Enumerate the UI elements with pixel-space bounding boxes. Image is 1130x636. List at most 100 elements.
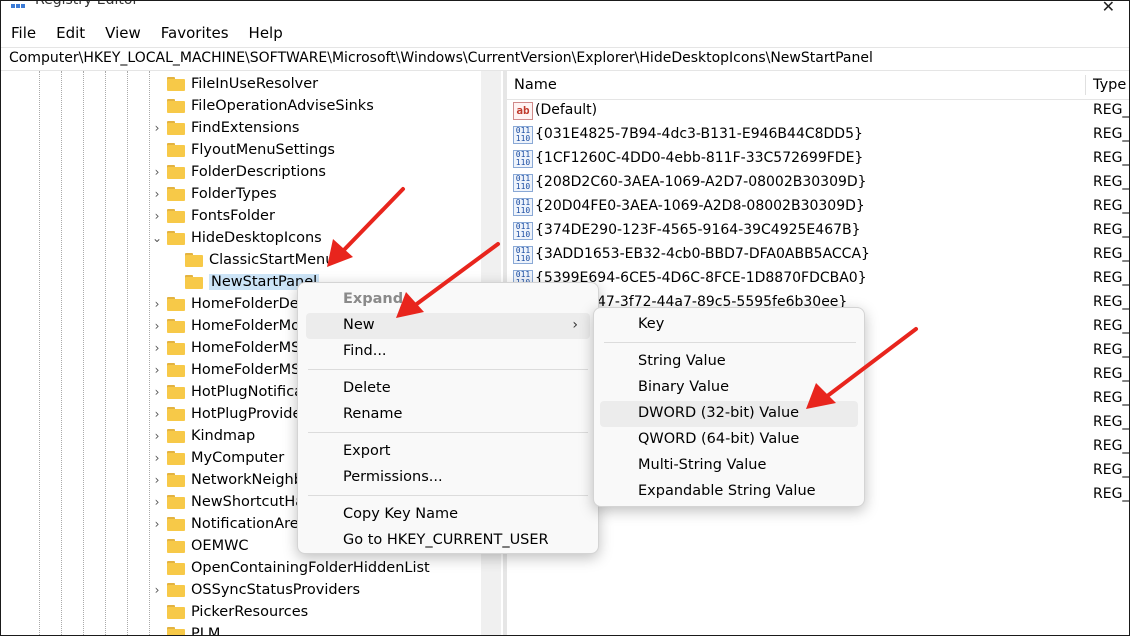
value-row[interactable]: 011 110 {208D2C60-3AEA-1069-A2D7-08002B30… — [507, 171, 1129, 195]
folder-icon — [167, 363, 185, 377]
menu-view[interactable]: View — [95, 22, 151, 44]
menu-favorites[interactable]: Favorites — [151, 22, 239, 44]
menu-edit[interactable]: Edit — [46, 22, 95, 44]
tree-item[interactable]: › Kindmap — [151, 425, 256, 447]
context-menu-item-rename[interactable]: Rename — [306, 402, 590, 428]
tree-item[interactable]: ClassicStartMenu — [169, 249, 334, 271]
tree-item-label: HideDesktopIcons — [191, 230, 322, 246]
submenu-item-string-value[interactable]: String Value — [600, 349, 858, 375]
folder-icon — [167, 165, 185, 179]
value-name: (Default) — [535, 102, 598, 118]
chevron-right-icon[interactable]: › — [151, 407, 163, 421]
column-separator[interactable] — [1085, 75, 1086, 95]
tree-item[interactable]: OpenContainingFolderHiddenList — [151, 557, 430, 579]
tree-item[interactable]: › OSSyncStatusProviders — [151, 579, 360, 601]
submenu-item-qword-64-bit-value[interactable]: QWORD (64-bit) Value — [600, 427, 858, 453]
tree-guide-line — [149, 71, 150, 635]
folder-icon — [167, 517, 185, 531]
tree-item[interactable]: ⌄ HideDesktopIcons — [151, 227, 322, 249]
context-menu-item-export[interactable]: Export — [306, 439, 590, 465]
context-menu-label: Go to HKEY_CURRENT_USER — [343, 532, 549, 548]
tree-item[interactable]: OEMWC — [151, 535, 249, 557]
tree-item[interactable]: › FindExtensions — [151, 117, 300, 139]
context-menu-item-permissions[interactable]: Permissions... — [306, 465, 590, 491]
chevron-right-icon[interactable]: › — [151, 583, 163, 597]
value-name: {20D04FE0-3AEA-1069-A2D8-08002B30309D} — [535, 198, 865, 214]
value-type: REG_ — [1093, 342, 1129, 358]
tree-item-label: FolderDescriptions — [191, 164, 326, 180]
address-bar[interactable]: Computer\HKEY_LOCAL_MACHINE\SOFTWARE\Mic… — [1, 47, 1129, 71]
value-type: REG_ — [1093, 270, 1129, 286]
binary-value-icon: 011 110 — [513, 174, 533, 192]
chevron-right-icon[interactable]: › — [151, 165, 163, 179]
value-type: REG_ — [1093, 174, 1129, 190]
chevron-right-icon[interactable]: › — [151, 121, 163, 135]
menu-help[interactable]: Help — [239, 22, 293, 44]
value-type: REG_ — [1093, 414, 1129, 430]
tree-item[interactable]: › FontsFolder — [151, 205, 275, 227]
column-header-type[interactable]: Type — [1093, 77, 1126, 93]
chevron-right-icon[interactable]: › — [151, 429, 163, 443]
chevron-right-icon[interactable]: › — [151, 517, 163, 531]
chevron-down-icon[interactable]: ⌄ — [151, 231, 163, 245]
tree-item[interactable]: FileOperationAdviseSinks — [151, 95, 374, 117]
submenu-item-key[interactable]: Key — [600, 312, 858, 338]
value-row[interactable]: 011 110 {3ADD1653-EB32-4cb0-BBD7-DFA0ABB5… — [507, 243, 1129, 267]
tree-item[interactable]: › HotPlugProviders — [151, 403, 315, 425]
folder-icon — [185, 275, 203, 289]
value-row[interactable]: 011 110 {031E4825-7B94-4dc3-B131-E946B44C… — [507, 123, 1129, 147]
context-menu-label: Expand — [343, 291, 404, 307]
string-value-icon: ab — [513, 102, 533, 120]
value-row[interactable]: 011 110 {1CF1260C-4DD0-4ebb-811F-33C57269… — [507, 147, 1129, 171]
chevron-right-icon[interactable]: › — [151, 341, 163, 355]
value-type: REG_ — [1093, 462, 1129, 478]
window-title: Registry Editor — [35, 0, 139, 8]
submenu-item-binary-value[interactable]: Binary Value — [600, 375, 858, 401]
chevron-right-icon[interactable]: › — [151, 187, 163, 201]
submenu-item-expandable-string-value[interactable]: Expandable String Value — [600, 479, 858, 505]
tree-item[interactable]: PLM — [151, 623, 221, 636]
chevron-right-icon[interactable]: › — [151, 495, 163, 509]
context-menu-label: Delete — [343, 380, 391, 396]
folder-icon — [167, 341, 185, 355]
tree-item-label: MyComputer — [191, 450, 285, 466]
value-row[interactable]: 011 110{5399E694-6CE5-4D6C-8FCE-1D8870FD… — [507, 267, 1129, 291]
chevron-right-icon[interactable]: › — [151, 363, 163, 377]
value-row[interactable]: 011 110 {374DE290-123F-4565-9164-39C4925E… — [507, 219, 1129, 243]
close-icon[interactable]: ✕ — [1102, 1, 1115, 16]
binary-value-icon: 011 110 — [513, 126, 533, 144]
tree-item[interactable]: › MyComputer — [151, 447, 285, 469]
tree-item[interactable]: › FolderDescriptions — [151, 161, 326, 183]
context-menu-item-go-to-hkey-current-user[interactable]: Go to HKEY_CURRENT_USER — [306, 528, 590, 554]
tree-item[interactable]: › FolderTypes — [151, 183, 277, 205]
context-menu-item-copy-key-name[interactable]: Copy Key Name — [306, 502, 590, 528]
chevron-right-icon[interactable]: › — [151, 209, 163, 223]
submenu-item-dword-32-bit-value[interactable]: DWORD (32-bit) Value — [600, 401, 858, 427]
tree-item-label: FolderTypes — [191, 186, 277, 202]
menu-file[interactable]: File — [1, 22, 46, 44]
tree-item-label: PLM — [191, 626, 221, 636]
folder-icon — [167, 209, 185, 223]
submenu-item-multi-string-value[interactable]: Multi-String Value — [600, 453, 858, 479]
tree-item[interactable]: PickerResources — [151, 601, 308, 623]
value-type: REG_ — [1093, 198, 1129, 214]
chevron-right-icon[interactable]: › — [151, 297, 163, 311]
column-header-name[interactable]: Name — [514, 77, 557, 93]
tree-item[interactable]: › NotificationArea — [151, 513, 308, 535]
tree-item[interactable]: FileInUseResolver — [151, 73, 318, 95]
context-menu-item-expand: Expand — [306, 287, 590, 313]
context-menu-label: New — [343, 317, 375, 333]
context-menu-item-find[interactable]: Find... — [306, 339, 590, 365]
context-menu-label: Permissions... — [343, 469, 443, 485]
tree-item[interactable]: FlyoutMenuSettings — [151, 139, 335, 161]
chevron-right-icon[interactable]: › — [151, 385, 163, 399]
context-menu-item-delete[interactable]: Delete — [306, 376, 590, 402]
chevron-right-icon[interactable]: › — [151, 473, 163, 487]
menu-separator — [308, 369, 588, 370]
value-name: {1CF1260C-4DD0-4ebb-811F-33C572699FDE} — [535, 150, 864, 166]
value-row[interactable]: ab (Default) REG_ — [507, 99, 1129, 123]
chevron-right-icon[interactable]: › — [151, 451, 163, 465]
context-menu-item-new[interactable]: New › — [306, 313, 590, 339]
chevron-right-icon[interactable]: › — [151, 319, 163, 333]
value-row[interactable]: 011 110 {20D04FE0-3AEA-1069-A2D8-08002B30… — [507, 195, 1129, 219]
